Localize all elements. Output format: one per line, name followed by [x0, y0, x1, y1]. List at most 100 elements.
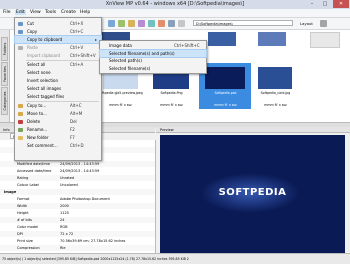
menu-item-label: Set comment...: [27, 143, 58, 148]
submenu-item-selected-filenames[interactable]: Selected filename(s): [100, 65, 206, 72]
filter-icon[interactable]: [118, 20, 125, 27]
menu-edit[interactable]: Edit: [15, 10, 26, 15]
move-to-icon: [18, 111, 23, 116]
property-row: Colour Label Uncolored: [0, 182, 155, 188]
menu-item-set-comment[interactable]: Set comment... Ctrl+D: [15, 142, 101, 149]
left-panel: Folders Favorites Categories: [0, 30, 10, 122]
submenu-item-selected-filenames-and-paths[interactable]: Selected filename(s) and path(s): [99, 48, 207, 58]
copy-to-icon: [18, 103, 23, 108]
menu-item-select-tagged-files[interactable]: Select tagged files: [15, 93, 101, 100]
menu-item-copy-to[interactable]: Copy to... Alt+C: [15, 102, 101, 109]
property-value: Unrated: [60, 176, 75, 180]
menu-item-select-all-images[interactable]: Select all images: [15, 85, 101, 92]
menu-item-label: Copy: [27, 29, 38, 34]
menu-item-label: Copy to...: [27, 103, 47, 108]
menu-file[interactable]: File: [3, 10, 11, 15]
menu-item-invert-selection[interactable]: Invert selection: [15, 77, 101, 84]
minimize-button[interactable]: –: [306, 0, 318, 8]
menu-tools[interactable]: Tools: [45, 10, 56, 15]
status-text: 75 object(s) / 1 object(s) selected [395…: [2, 257, 189, 261]
star-icon[interactable]: [178, 20, 185, 27]
slideshow-icon[interactable]: [148, 20, 155, 27]
menu-item-label: Selected filename(s): [109, 65, 151, 71]
property-key: Width: [17, 204, 28, 208]
property-key: Colour Label: [17, 183, 39, 187]
menu-item-shortcut: Ctrl+Shift+V: [70, 53, 96, 58]
submenu-arrow-icon: ▸: [95, 37, 98, 42]
menu-item-label: Rename...: [27, 127, 48, 132]
thumbnail-image[interactable]: [258, 67, 292, 89]
tab-categories[interactable]: Categories: [1, 87, 8, 115]
menu-item-paste[interactable]: Paste Ctrl+V: [15, 44, 101, 51]
tag-icon[interactable]: [138, 20, 145, 27]
property-row: Accessed date/time 24/09/2013 - 14:43:59: [0, 168, 155, 174]
property-value: 1125: [60, 211, 69, 215]
thumbnail-image[interactable]: [205, 67, 245, 89]
menu-item-label: Invert selection: [27, 78, 59, 83]
view-icon[interactable]: [108, 20, 115, 27]
property-value: 72 x 72: [60, 232, 74, 236]
maximize-button[interactable]: □: [319, 0, 331, 8]
menu-item-new-folder[interactable]: New folder F7: [15, 134, 101, 141]
menu-item-label: Import clipboard: [27, 53, 61, 58]
help-icon[interactable]: [320, 20, 327, 27]
property-value: Rle: [60, 246, 66, 250]
thumbnail-image[interactable]: [258, 32, 286, 46]
thumbnail-image[interactable]: [310, 32, 340, 48]
close-button[interactable]: ✕: [333, 0, 349, 8]
menu-create[interactable]: Create: [61, 10, 76, 15]
property-row: Print size 70.56x39.69 cm; 27.78x15.62 in…: [0, 238, 155, 244]
property-key: Accessed date/time: [17, 169, 52, 173]
menu-item-shortcut: F2: [70, 127, 75, 132]
property-value: RGB: [60, 225, 68, 229]
thumbnail-size: mmm ft' x ssz: [109, 103, 132, 107]
preview-brand-text: SOFTPEDIA: [218, 187, 287, 198]
menu-item-select-all[interactable]: Select all Ctrl+A: [15, 61, 101, 68]
thumbnail-size: mmm ft' x ssz: [160, 103, 183, 107]
menu-item-shortcut: Ctrl+C: [70, 29, 84, 34]
settings-icon[interactable]: [168, 20, 175, 27]
menu-item-shortcut: Ctrl+A: [70, 62, 84, 67]
property-row: Compression Rle: [0, 245, 155, 251]
menu-item-label: Select none: [27, 70, 51, 75]
layout-button[interactable]: Layout: [300, 21, 313, 26]
menu-item-rename[interactable]: Rename... F2: [15, 126, 101, 133]
menu-item-label: Cut: [27, 21, 34, 26]
property-value: 70.56x39.69 cm; 27.78x15.62 inches: [60, 239, 126, 243]
copy-icon: [18, 29, 23, 34]
menu-item-copy-to-clipboard[interactable]: Copy to clipboard ▸: [14, 35, 102, 44]
property-value: Uncolored: [60, 183, 78, 187]
thumbnail-image[interactable]: [208, 32, 236, 46]
property-key: Print size: [17, 239, 33, 243]
menu-help[interactable]: Help: [80, 10, 90, 15]
property-row: DPI 72 x 72: [0, 231, 155, 237]
property-key: Height: [17, 211, 29, 215]
property-key: Color model: [17, 225, 39, 229]
submenu-item-selected-paths[interactable]: Selected path(s): [100, 57, 206, 64]
menu-item-import-clipboard[interactable]: Import clipboard Ctrl+Shift+V: [15, 52, 101, 59]
property-key: Image: [4, 190, 17, 194]
menu-item-delete[interactable]: Delete Del: [15, 118, 101, 125]
property-key: Compression: [17, 246, 40, 250]
menu-view[interactable]: View: [30, 10, 41, 15]
convert-icon[interactable]: [158, 20, 165, 27]
property-row: Width 2000: [0, 203, 155, 209]
title-bar: XnView MP v0.64 - windows x64 [D:\Softpe…: [0, 0, 350, 9]
menu-item-copy[interactable]: Copy Ctrl+C: [15, 28, 101, 35]
menu-item-move-to[interactable]: Move to... Alt+M: [15, 110, 101, 117]
copy-to-clipboard-submenu: Image data Ctrl+Shift+C Selected filename(…: [99, 40, 207, 74]
cut-icon: [18, 21, 23, 26]
new-folder-icon: [18, 135, 23, 140]
property-section: Image: [0, 189, 155, 195]
menu-item-label: Image data: [109, 43, 132, 48]
tab-folders[interactable]: Folders: [1, 37, 8, 61]
menu-item-label: Delete: [27, 119, 41, 124]
menu-item-select-none[interactable]: Select none: [15, 69, 101, 76]
address-field[interactable]: D:\Softpedia\images\: [193, 20, 293, 26]
submenu-item-image-data[interactable]: Image data Ctrl+Shift+C: [100, 42, 206, 49]
menu-item-cut[interactable]: Cut Ctrl+X: [15, 20, 101, 27]
tab-favorites[interactable]: Favorites: [1, 62, 8, 86]
menu-item-shortcut: F7: [70, 135, 75, 140]
menu-item-shortcut: Ctrl+X: [70, 21, 84, 26]
sort-icon[interactable]: [128, 20, 135, 27]
